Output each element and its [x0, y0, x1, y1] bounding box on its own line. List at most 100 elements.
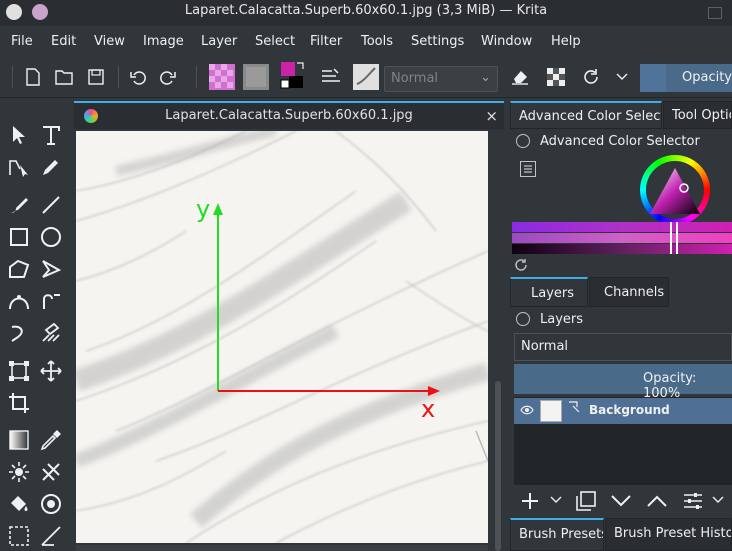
image-canvas[interactable]: y x — [76, 131, 488, 543]
x-axis-label: x — [421, 395, 436, 423]
toolbar-separator — [196, 66, 197, 88]
title-bar: Laparet.Calacatta.Superb.60x60.1.jpg (3,… — [0, 0, 732, 26]
crop-tool-icon[interactable] — [6, 390, 32, 416]
chevron-down-icon[interactable] — [612, 64, 632, 90]
freehand-brush-tool-icon[interactable] — [6, 192, 32, 218]
freehand-path-tool-icon[interactable] — [38, 288, 64, 314]
canvas-vertical-scrollbar[interactable] — [492, 131, 504, 551]
close-icon[interactable]: × — [485, 107, 498, 125]
layer-tools — [510, 486, 732, 516]
move-layer-down-icon[interactable] — [610, 494, 632, 508]
calligraphy-tool-icon[interactable] — [38, 154, 64, 180]
menu-window[interactable]: Window — [481, 34, 532, 49]
new-document-icon[interactable] — [22, 64, 44, 90]
brush-preset-icon[interactable] — [352, 64, 380, 90]
hue-bar[interactable] — [512, 222, 732, 232]
document-tab-title: Laparet.Calacatta.Superb.60x60.1.jpg — [165, 108, 413, 123]
tab-tool-options[interactable]: Tool Options — [663, 101, 732, 129]
move-tool-icon[interactable] — [38, 358, 64, 384]
measure-tool-icon[interactable] — [38, 523, 64, 549]
reload-preset-icon[interactable] — [578, 64, 604, 90]
layer-thumbnail — [540, 400, 562, 422]
transform-tool-icon[interactable] — [6, 358, 32, 384]
polygon-tool-icon[interactable] — [6, 256, 32, 282]
color-picker-tool-icon[interactable] — [38, 427, 64, 453]
toolbox — [0, 100, 70, 551]
tab-layers[interactable]: Layers — [510, 277, 588, 307]
pattern-preset-icon[interactable] — [242, 64, 270, 90]
color-dock-tabs: Advanced Color Selector Tool Options — [510, 101, 732, 129]
bezier-curve-tool-icon[interactable] — [6, 288, 32, 314]
brush-settings-icon[interactable] — [318, 64, 344, 90]
color-triangle[interactable] — [648, 166, 702, 218]
tab-brush-presets[interactable]: Brush Presets — [510, 518, 604, 551]
lock-icon[interactable] — [516, 312, 530, 326]
layer-properties-settings-icon[interactable] — [682, 491, 704, 511]
gradient-tool-icon[interactable] — [6, 427, 32, 453]
visibility-eye-icon[interactable] — [520, 404, 534, 416]
scrollbar-thumb[interactable] — [495, 381, 501, 551]
gradient-preset-icon[interactable] — [208, 64, 236, 90]
blend-mode-select[interactable]: Normal ⌄ — [384, 66, 498, 92]
selector-settings-icon[interactable] — [520, 161, 536, 177]
layers-dock-tabs: Layers Channels — [510, 277, 732, 307]
y-axis-label: y — [196, 195, 211, 223]
fill-tool-icon[interactable] — [6, 491, 32, 517]
eraser-icon[interactable] — [508, 64, 532, 90]
text-tool-icon[interactable] — [38, 122, 64, 148]
undo-icon[interactable] — [126, 64, 150, 90]
saturation-bar[interactable] — [512, 233, 732, 243]
open-document-icon[interactable] — [52, 64, 76, 90]
chevron-down-icon[interactable] — [550, 496, 562, 504]
lock-icon[interactable] — [516, 134, 530, 148]
smart-patch-tool-icon[interactable] — [6, 459, 32, 485]
layer-blend-mode-select[interactable]: Normal — [514, 333, 732, 361]
chevron-down-icon[interactable] — [712, 496, 724, 504]
ellipse-tool-icon[interactable] — [38, 224, 64, 250]
fg-bg-color-icon[interactable] — [278, 62, 308, 89]
menu-layer[interactable]: Layer — [201, 34, 237, 49]
tab-brush-preset-history[interactable]: Brush Preset History — [605, 518, 732, 551]
menu-file[interactable]: File — [11, 34, 33, 49]
tab-channels[interactable]: Channels — [589, 277, 669, 307]
value-bar[interactable] — [512, 244, 732, 254]
edit-shapes-tool-icon[interactable] — [6, 154, 32, 180]
document-tab[interactable]: Laparet.Calacatta.Superb.60x60.1.jpg × — [74, 101, 504, 129]
duplicate-layer-icon[interactable] — [576, 491, 596, 511]
rect-select-tool-icon[interactable] — [6, 523, 32, 549]
line-tool-icon[interactable] — [38, 192, 64, 218]
opacity-slider-fill — [640, 64, 666, 92]
menu-help[interactable]: Help — [551, 34, 581, 49]
save-icon[interactable] — [84, 64, 108, 90]
menu-view[interactable]: View — [94, 34, 125, 49]
menu-image[interactable]: Image — [143, 34, 184, 49]
toolbar-grip — [12, 66, 13, 88]
canvas-horizontal-scrollbar[interactable] — [76, 545, 488, 551]
menu-settings[interactable]: Settings — [411, 34, 464, 49]
slider-cursor — [676, 222, 678, 254]
move-layer-up-icon[interactable] — [646, 494, 668, 508]
select-shapes-tool-icon[interactable] — [6, 122, 32, 148]
rectangle-tool-icon[interactable] — [6, 224, 32, 250]
preserve-alpha-icon[interactable] — [544, 64, 568, 90]
dynamic-brush-tool-icon[interactable] — [6, 320, 32, 346]
window-tile-icon[interactable] — [708, 7, 722, 19]
menu-edit[interactable]: Edit — [51, 34, 76, 49]
layer-properties-icon[interactable] — [567, 400, 581, 414]
menu-filter[interactable]: Filter — [310, 34, 342, 49]
multibrush-tool-icon[interactable] — [38, 320, 64, 346]
layer-row[interactable]: Background — [514, 398, 732, 424]
refresh-icon[interactable] — [514, 258, 528, 276]
polyline-tool-icon[interactable] — [38, 256, 64, 282]
menu-select[interactable]: Select — [255, 34, 295, 49]
menu-tools[interactable]: Tools — [361, 34, 393, 49]
redo-icon[interactable] — [156, 64, 180, 90]
add-layer-icon[interactable] — [520, 491, 540, 511]
layer-opacity-slider[interactable]: Opacity: 100% — [514, 364, 732, 401]
chevron-down-icon: ⌄ — [480, 70, 491, 85]
menu-bar: File Edit View Image Layer Select Filter… — [0, 26, 732, 56]
tab-advanced-color-selector[interactable]: Advanced Color Selector — [510, 101, 662, 129]
assistant-tool-icon[interactable] — [38, 459, 64, 485]
reference-images-tool-icon[interactable] — [38, 491, 64, 517]
opacity-label: Opacity: — [682, 70, 732, 85]
